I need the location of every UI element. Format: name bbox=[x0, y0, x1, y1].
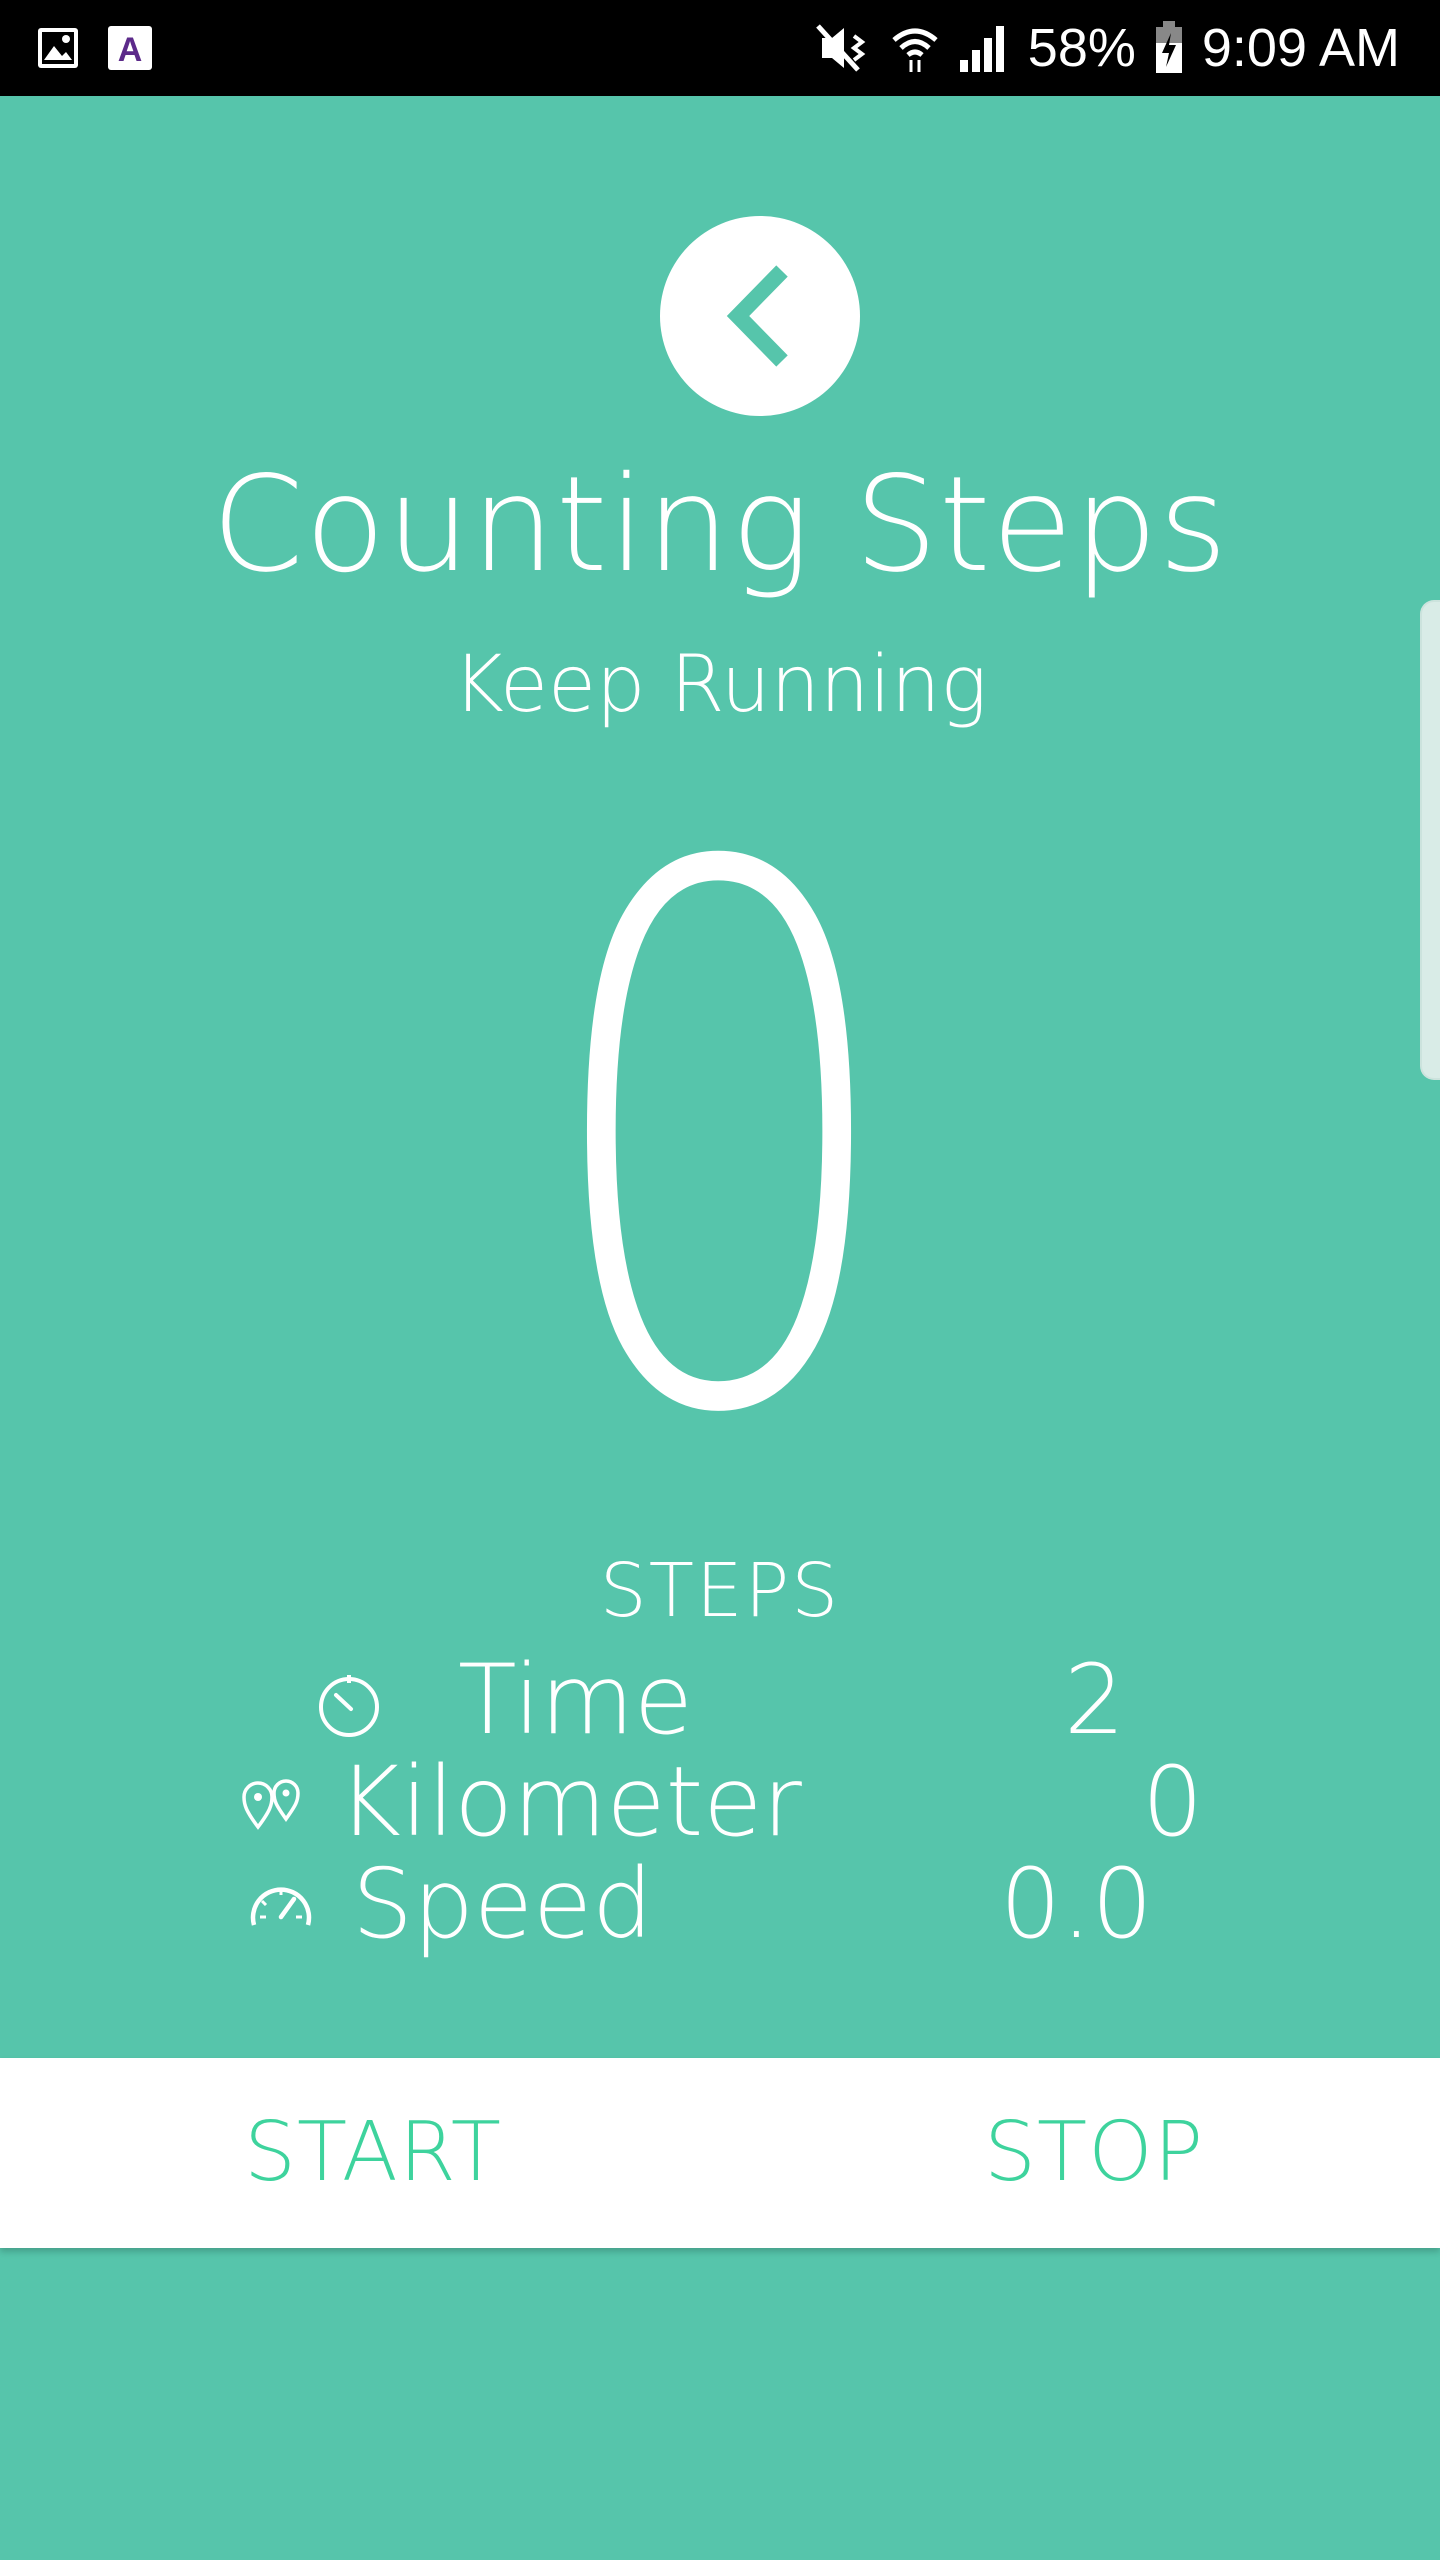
font-app-icon: A bbox=[108, 26, 152, 70]
status-bar: A 58% 9:09 AM bbox=[0, 0, 1440, 96]
wifi-icon bbox=[892, 28, 938, 72]
clock: 9:09 AM bbox=[1201, 18, 1400, 78]
stat-label-time: Time bbox=[458, 1644, 693, 1756]
steps-label: STEPS bbox=[599, 1548, 841, 1634]
stat-label-kilometer: Kilometer bbox=[338, 1746, 802, 1858]
chevron-left-icon bbox=[726, 265, 788, 367]
signal-icon bbox=[959, 26, 1004, 72]
page-title: Counting Steps bbox=[211, 448, 1229, 602]
step-count-value: 0 bbox=[535, 840, 905, 1440]
speedometer-icon bbox=[250, 1887, 312, 1926]
stat-row-time: Time 2 bbox=[0, 1645, 1440, 1755]
page-subtitle: Keep Running bbox=[452, 640, 988, 730]
back-button[interactable] bbox=[660, 216, 860, 416]
stat-value-time: 2 bbox=[1064, 1644, 1126, 1756]
control-bar: START STOP bbox=[0, 2058, 1440, 2248]
stat-label-speed: Speed bbox=[352, 1848, 653, 1960]
stat-row-kilometer: Kilometer 0 bbox=[0, 1747, 1440, 1857]
step-count: 0 bbox=[0, 840, 1440, 1444]
map-pins-icon bbox=[242, 1779, 300, 1830]
mute-vibrate-icon bbox=[815, 24, 866, 72]
stat-value-kilometer: 0 bbox=[1142, 1746, 1204, 1858]
stat-value-speed: 0.0 bbox=[1000, 1848, 1153, 1960]
status-right: 58% 9:09 AM bbox=[814, 0, 1400, 96]
battery-charging-icon bbox=[1155, 21, 1182, 73]
svg-text:A: A bbox=[118, 31, 143, 69]
step-count-display: 0 bbox=[535, 840, 905, 1440]
image-icon bbox=[38, 28, 78, 68]
start-button[interactable]: START bbox=[244, 2058, 502, 2248]
stat-row-speed: Speed 0.0 bbox=[0, 1849, 1440, 1959]
battery-percent: 58% bbox=[1027, 18, 1136, 78]
stopwatch-icon bbox=[319, 1675, 379, 1737]
stop-button[interactable]: STOP bbox=[984, 2058, 1204, 2248]
